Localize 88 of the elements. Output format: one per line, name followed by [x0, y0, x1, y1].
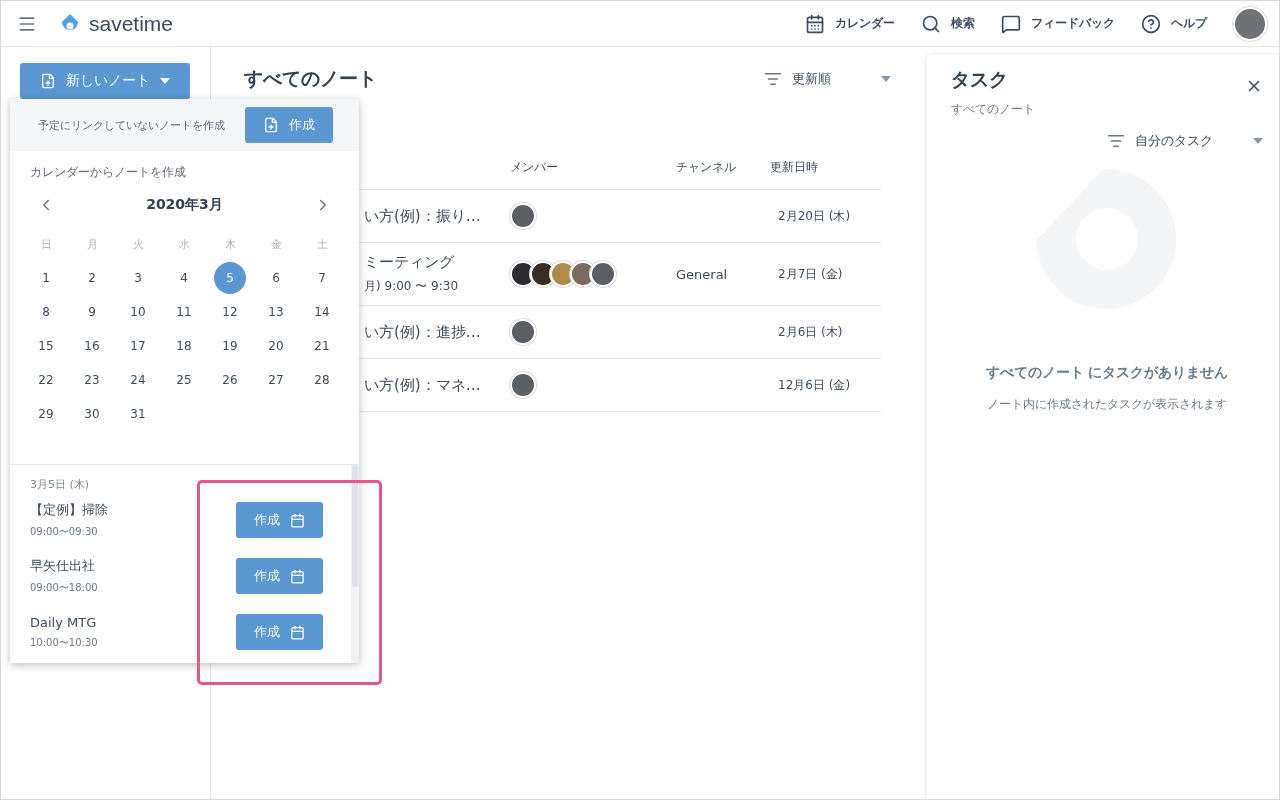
- updated-date: 12月6日 (金): [777, 376, 852, 394]
- brand-name: savetime: [89, 11, 174, 36]
- column-header: メンバー: [510, 158, 559, 176]
- weekday-label: 土: [316, 236, 328, 252]
- calendar-day[interactable]: 16: [76, 330, 108, 362]
- note-schedule: 月) 9:00 〜 9:30: [364, 278, 460, 295]
- search-icon: [921, 13, 941, 34]
- user-avatar[interactable]: [1233, 6, 1267, 41]
- file-plus-icon: [40, 73, 56, 89]
- note-title[interactable]: ミーティング: [364, 253, 510, 272]
- column-header: チャンネル: [676, 158, 737, 176]
- updated-date: 2月6日 (木): [777, 323, 844, 341]
- calendar-day[interactable]: 29: [30, 398, 62, 430]
- help-icon: [1141, 13, 1161, 34]
- nav-link[interactable]: 検索: [921, 13, 975, 34]
- calendar-day[interactable]: 6: [260, 262, 292, 294]
- calendar-day[interactable]: 20: [260, 330, 292, 362]
- weekday-label: 月: [86, 236, 98, 252]
- calendar-day[interactable]: 26: [214, 364, 246, 396]
- caret-icon: [1253, 138, 1263, 144]
- calendar-icon: [290, 624, 305, 640]
- caret-icon: [881, 76, 891, 82]
- calendar-day[interactable]: 30: [76, 398, 108, 430]
- weekday-label: 金: [270, 236, 282, 252]
- calendar-day[interactable]: 3: [122, 262, 154, 294]
- calendar-day[interactable]: 13: [260, 296, 292, 328]
- event-title: 早矢仕出社: [30, 557, 96, 575]
- note-title[interactable]: い方(例)：進捗…: [364, 322, 510, 342]
- calendar-icon: [290, 568, 305, 584]
- calendar-day[interactable]: 7: [306, 262, 338, 294]
- event-date: 3月5日 (木): [30, 477, 91, 492]
- task-filter-dropdown[interactable]: 自分のタスク: [951, 132, 1263, 150]
- event-title: 【定例】掃除: [30, 501, 108, 519]
- calendar-day[interactable]: 4: [168, 262, 200, 294]
- calendar-day[interactable]: 31: [122, 398, 154, 430]
- nav-link[interactable]: カレンダー: [805, 13, 895, 34]
- event-time: 09:00〜09:30: [30, 525, 99, 539]
- calendar-day[interactable]: 22: [30, 364, 62, 396]
- speech-bubble-icon: [1001, 13, 1021, 34]
- calendar-day[interactable]: 25: [168, 364, 200, 396]
- calendar-day[interactable]: 21: [306, 330, 338, 362]
- sort-dropdown[interactable]: 更新順: [764, 70, 891, 88]
- calendar-day[interactable]: 17: [122, 330, 154, 362]
- calendar-day[interactable]: 19: [214, 330, 246, 362]
- calendar-day[interactable]: 2: [76, 262, 108, 294]
- nav-link[interactable]: ヘルプ: [1141, 13, 1207, 34]
- calendar-day[interactable]: 24: [122, 364, 154, 396]
- month-title: 2020年3月: [146, 196, 223, 214]
- calendar-day[interactable]: 15: [30, 330, 62, 362]
- menu-caption: 予定にリンクしていないノートを作成: [38, 117, 225, 133]
- calendar-day[interactable]: 14: [306, 296, 338, 328]
- calendar-day[interactable]: 11: [168, 296, 200, 328]
- updated-date: 2月20日 (木): [777, 207, 852, 225]
- empty-hint: ノート内に作成されたタスクが表示されます: [987, 396, 1227, 413]
- nav-link[interactable]: フィードバック: [1001, 13, 1115, 34]
- page-title: すべてのノート: [244, 66, 377, 91]
- menu-caption: カレンダーからノートを作成: [29, 165, 186, 179]
- calendar-icon: [805, 13, 825, 34]
- empty-message: すべてのノート にタスクがありません: [985, 364, 1229, 382]
- weekday-label: 日: [40, 236, 52, 252]
- channel-name: General: [676, 266, 729, 282]
- column-header: 更新日時: [770, 158, 819, 176]
- calendar-day[interactable]: 10: [122, 296, 154, 328]
- caret-icon: [160, 78, 170, 84]
- weekday-label: 火: [132, 236, 144, 252]
- updated-date: 2月7日 (金): [777, 265, 844, 283]
- calendar-day[interactable]: 18: [168, 330, 200, 362]
- calendar-day[interactable]: 1: [30, 262, 62, 294]
- weekday-label: 水: [178, 236, 190, 252]
- calendar-day[interactable]: 27: [260, 364, 292, 396]
- note-title[interactable]: い方(例)：マネ…: [364, 375, 510, 395]
- panel-subtitle: すべてのノート: [951, 101, 1035, 118]
- event-time: 10:00〜10:30: [30, 635, 98, 650]
- calendar-day[interactable]: 23: [76, 364, 108, 396]
- event-time: 09:00〜18:00: [30, 581, 98, 595]
- calendar-day[interactable]: 8: [30, 296, 62, 328]
- weekday-label: 木: [224, 236, 236, 252]
- scrollbar[interactable]: [351, 465, 359, 663]
- note-title[interactable]: い方(例)：振り…: [364, 206, 510, 226]
- file-plus-icon: [263, 117, 279, 133]
- calendar-day[interactable]: 28: [306, 364, 338, 396]
- event-title: Daily MTG: [30, 614, 98, 630]
- calendar-day[interactable]: 9: [76, 296, 108, 328]
- filter-icon: [764, 70, 782, 88]
- calendar-day[interactable]: 12: [214, 296, 246, 328]
- calendar-icon: [290, 512, 305, 528]
- filter-icon: [1107, 132, 1125, 150]
- panel-title: タスク: [951, 67, 1009, 92]
